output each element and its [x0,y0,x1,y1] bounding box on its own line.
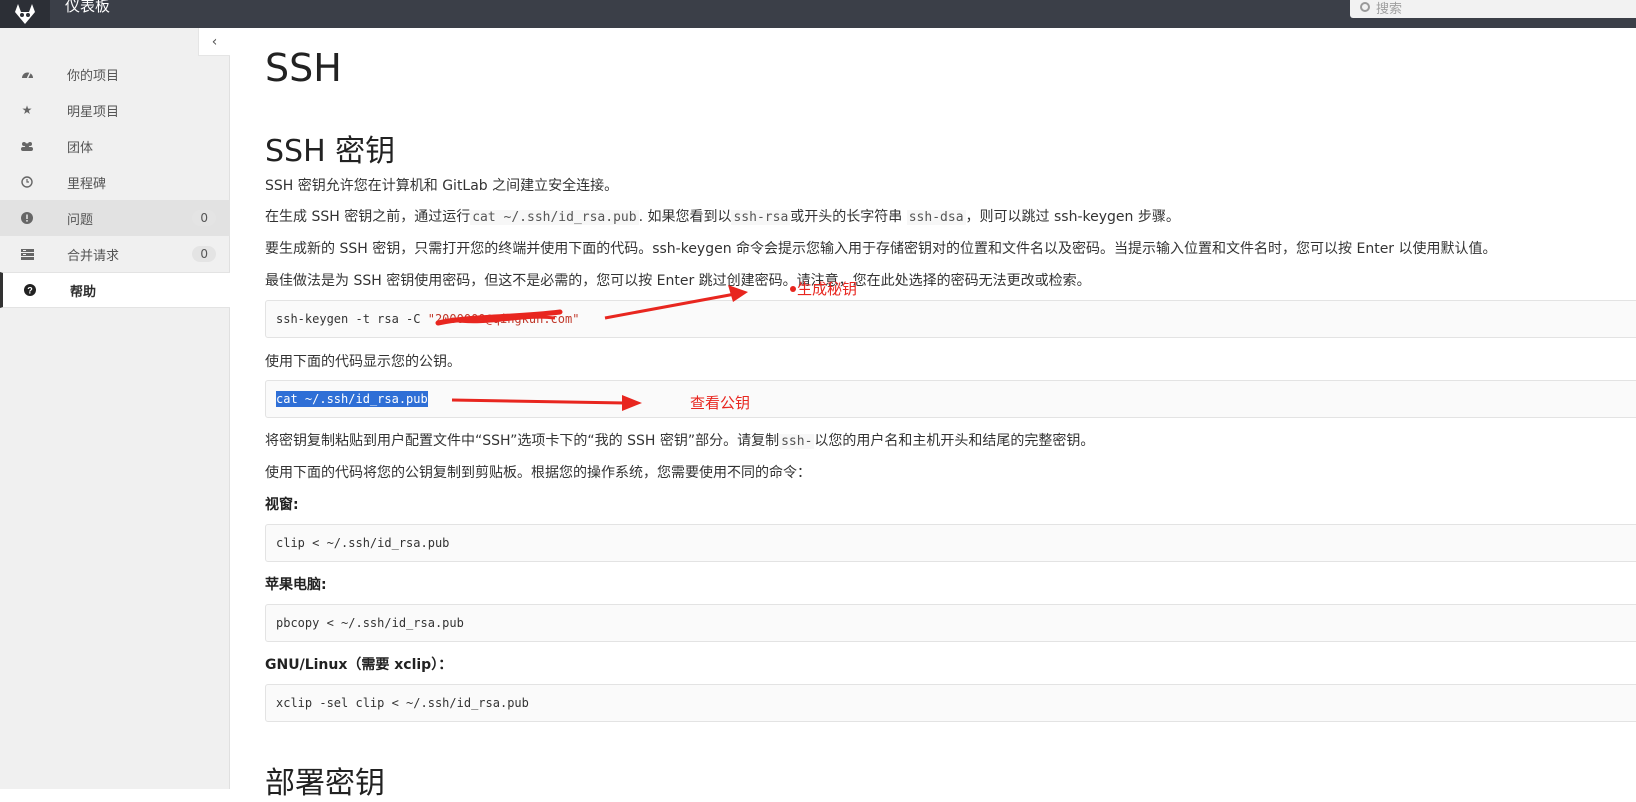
email-string: "2000000@qingkun.com" [427,312,580,326]
generate-key-paragraph: 要生成新的 SSH 密钥，只需打开您的终端并使用下面的代码。ssh-keygen… [265,241,1497,257]
search-input[interactable]: 搜索 [1350,0,1636,18]
copy-key-paragraph: 将密钥复制粘贴到用户配置文件中“SSH”选项卡下的“我的 SSH 密钥”部分。请… [265,433,1095,449]
annotation-generate-key: 生成秘钥 [797,280,858,298]
linux-label: GNU/Linux（需要 xclip）： [265,657,453,673]
inline-code: ssh-rsa [731,210,791,225]
star-icon: ★ [21,103,33,117]
check-existing-key-paragraph: 在生成 SSH 密钥之前，通过运行 cat ~/.ssh/id_rsa.pub. … [265,209,1180,225]
mac-label: 苹果电脑: [265,577,327,593]
collapse-sidebar-button[interactable]: ‹ [198,28,230,56]
code-block-windows[interactable]: clip < ~/.ssh/id_rsa.pub [265,524,1636,562]
svg-text:?: ? [27,286,33,296]
code-block-linux[interactable]: xclip -sel clip < ~/.ssh/id_rsa.pub [265,684,1636,722]
intro-paragraph: SSH 密钥允许您在计算机和 GitLab 之间建立安全连接。 [265,178,619,194]
sidebar-item-label: 里程碑 [67,176,107,192]
dashboard-icon [20,67,34,81]
show-pubkey-paragraph: 使用下面的代码显示您的公钥。 [265,354,461,370]
code-block-mac[interactable]: pbcopy < ~/.ssh/id_rsa.pub [265,604,1636,642]
annotation-view-pubkey: 查看公钥 [690,394,751,412]
code-block-keygen[interactable]: ssh-keygen -t rsa -C "2000000@qingkun.co… [265,300,1636,338]
question-circle-icon: ? [23,283,37,297]
section-title-deploy-keys: 部署密钥 [265,766,385,801]
inline-code: cat ~/.ssh/id_rsa.pub [470,210,639,225]
top-navbar: 仪表板 搜索 [0,0,1636,28]
clipboard-paragraph: 使用下面的代码将您的公钥复制到剪贴板。根据您的操作系统，您需要使用不同的命令： [265,465,811,481]
sidebar-item-label: 你的项目 [67,68,120,84]
sidebar-item-help[interactable]: ? 帮助 [0,272,230,308]
sidebar-item-groups[interactable]: 团体 [0,128,230,164]
sidebar-item-issues[interactable]: 问题 0 [0,200,230,236]
sidebar-item-merge-requests[interactable]: 合并请求 0 [0,236,230,272]
page-title: SSH [265,46,342,90]
gitlab-logo[interactable] [0,0,50,28]
merge-requests-count-badge: 0 [192,246,216,262]
sidebar-item-your-projects[interactable]: 你的项目 [0,56,230,92]
sidebar-item-milestones[interactable]: 里程碑 [0,164,230,200]
code-block-cat[interactable]: cat ~/.ssh/id_rsa.pub [265,380,1636,418]
sidebar: ‹ 你的项目 ★ 明星项目 团体 里程碑 问题 0 合并请求 0 ? 帮助 [0,28,230,789]
windows-label: 视窗: [265,497,299,513]
sidebar-item-label: 问题 [67,212,94,228]
password-paragraph: 最佳做法是为 SSH 密钥使用密码，但这不是必需的，您可以按 Enter 跳过创… [265,273,1091,289]
sidebar-item-label: 帮助 [70,284,97,300]
clock-icon [20,175,34,189]
exclamation-circle-icon [20,211,34,225]
section-title-ssh-keys: SSH 密钥 [265,134,396,169]
search-icon [1360,2,1370,12]
tanuki-logo-icon [15,4,35,24]
inline-code: ssh-dsa [906,210,966,225]
merge-list-icon [20,247,34,261]
chevron-left-icon: ‹ [211,33,218,50]
sidebar-item-label: 团体 [67,140,94,156]
sidebar-item-starred-projects[interactable]: ★ 明星项目 [0,92,230,128]
sidebar-nav: 你的项目 ★ 明星项目 团体 里程碑 问题 0 合并请求 0 ? 帮助 [0,56,230,308]
sidebar-item-label: 合并请求 [67,248,120,264]
app-title: 仪表板 [65,0,111,15]
search-placeholder: 搜索 [1376,1,1403,17]
selected-code-text: cat ~/.ssh/id_rsa.pub [276,391,428,407]
sidebar-item-label: 明星项目 [67,104,120,120]
issues-count-badge: 0 [192,210,216,226]
users-icon [20,139,34,153]
inline-code: ssh- [779,434,815,449]
